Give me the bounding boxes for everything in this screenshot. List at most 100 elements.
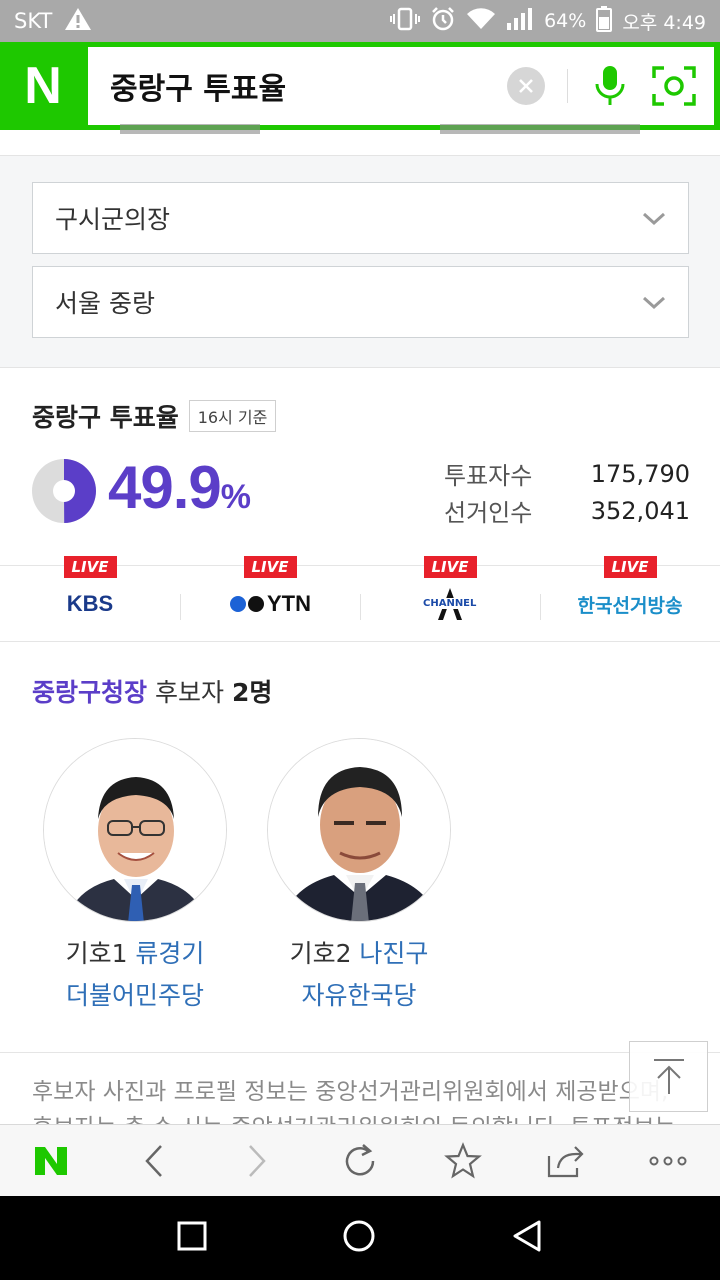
candidates-count: 2명 — [231, 678, 273, 707]
search-header: N 중랑구 투표율 — [0, 42, 720, 130]
turnout-stats: 투표자수 175,790 선거인수 352,041 — [444, 455, 690, 529]
race-name: 중랑구청장 — [32, 678, 148, 707]
system-navigation-bar — [0, 1196, 720, 1280]
lens-search-button[interactable] — [650, 62, 698, 110]
status-bar: SKT 64% 오후 4:49 — [0, 0, 720, 42]
ytn-dots-icon — [230, 596, 264, 612]
live-ytn[interactable]: LIVE YTN — [180, 556, 360, 641]
share-button[interactable] — [536, 1131, 596, 1191]
more-menu-button[interactable] — [638, 1131, 698, 1191]
candidate-party[interactable]: 자유한국당 — [267, 976, 451, 1012]
live-channel-a[interactable]: LIVE CHANNEL — [360, 556, 540, 641]
electorate-value: 352,041 — [590, 496, 690, 525]
carrier-label: SKT — [14, 9, 53, 33]
election-type-value: 구시군의장 — [55, 205, 171, 234]
search-input[interactable]: 중랑구 투표율 — [110, 64, 507, 108]
live-badge: LIVE — [423, 556, 477, 578]
candidate-name-line: 기호1 류경기 — [43, 934, 227, 970]
voice-search-button[interactable] — [586, 62, 634, 110]
voters-row: 투표자수 175,790 — [444, 455, 690, 492]
turnout-title: 중랑구 투표율 — [32, 403, 179, 432]
candidate-party[interactable]: 더불어민주당 — [43, 976, 227, 1012]
live-broadcast-row: LIVE KBS LIVE YTN LIVE CHANNEL LIVE 한국선거… — [0, 556, 720, 642]
battery-level: 64% — [544, 10, 587, 32]
ytn-logo-text: YTN — [267, 591, 311, 616]
more-dots-icon — [649, 1156, 687, 1165]
candidate-name-line: 기호2 나진구 — [267, 934, 451, 970]
channel-a-text: CHANNEL — [422, 598, 478, 609]
refresh-button[interactable] — [330, 1131, 390, 1191]
share-icon — [547, 1145, 584, 1177]
turnout-donut-chart — [32, 459, 96, 523]
chevron-down-icon — [642, 204, 666, 233]
battery-icon — [596, 5, 613, 37]
candidate-card[interactable]: 기호1 류경기 더불어민주당 — [43, 738, 227, 1012]
chevron-right-icon — [249, 1144, 266, 1177]
candidates-header: 중랑구청장 후보자 2명 — [32, 673, 272, 709]
divider — [567, 69, 568, 103]
candidate-card[interactable]: 기호2 나진구 자유한국당 — [267, 738, 451, 1012]
camera-lens-icon — [652, 66, 696, 106]
live-badge: LIVE — [63, 556, 117, 578]
scroll-to-top-button[interactable] — [629, 1041, 708, 1112]
turnout-percent-unit: % — [220, 478, 252, 516]
live-badge: LIVE — [603, 556, 657, 578]
circle-icon — [343, 1220, 375, 1252]
star-icon — [443, 1141, 482, 1178]
election-channel-logo: 한국선거방송 — [577, 594, 683, 617]
triangle-back-icon — [513, 1220, 541, 1252]
turnout-percent-value: 49.9 — [108, 454, 222, 521]
electorate-row: 선거인수 352,041 — [444, 492, 690, 529]
naver-n-icon — [35, 1146, 68, 1175]
signal-icon — [506, 7, 534, 36]
alarm-icon — [430, 6, 456, 37]
live-badge: LIVE — [243, 556, 297, 578]
vibrate-icon — [390, 7, 421, 36]
chevron-down-icon — [642, 288, 666, 317]
refresh-icon — [345, 1143, 375, 1175]
voters-label: 투표자수 — [444, 462, 533, 490]
naver-logo[interactable]: N — [0, 42, 86, 130]
kbs-logo: KBS — [66, 591, 114, 616]
close-icon — [519, 79, 533, 93]
search-box[interactable]: 중랑구 투표율 — [88, 47, 714, 125]
filter-panel: 구시군의장 서울 중랑 — [0, 156, 720, 368]
clock-label: 오후 4:49 — [622, 11, 706, 34]
candidate-photo[interactable] — [43, 738, 227, 922]
person-portrait — [268, 739, 450, 921]
system-back-button[interactable] — [511, 1219, 543, 1257]
chevron-left-icon — [145, 1144, 163, 1177]
bookmark-button[interactable] — [433, 1131, 493, 1191]
clear-search-button[interactable] — [507, 67, 545, 105]
arrow-up-icon — [653, 1058, 684, 1094]
turnout-percent: 49.9% — [108, 453, 251, 522]
candidate-info-notice: 후보자 사진과 프로필 정보는 중앙선거관리위원회에서 제공받으며, 후보자는 … — [32, 1079, 676, 1124]
square-icon — [177, 1221, 207, 1251]
wifi-icon — [466, 7, 496, 36]
turnout-header: 중랑구 투표율 16시 기준 — [32, 398, 277, 434]
candidate-photo[interactable] — [267, 738, 451, 922]
naver-home-button[interactable] — [21, 1131, 81, 1191]
forward-button[interactable] — [227, 1131, 287, 1191]
live-kbs[interactable]: LIVE KBS — [0, 556, 180, 641]
candidate-number: 기호1 — [65, 939, 128, 968]
voters-value: 175,790 — [590, 459, 690, 488]
region-value: 서울 중랑 — [55, 289, 155, 318]
recents-button[interactable] — [177, 1221, 207, 1255]
live-election-channel[interactable]: LIVE 한국선거방송 — [540, 556, 720, 641]
electorate-label: 선거인수 — [444, 499, 533, 527]
person-portrait — [44, 739, 226, 921]
divider — [0, 1052, 720, 1053]
back-button[interactable] — [124, 1131, 184, 1191]
region-select[interactable]: 서울 중랑 — [32, 266, 689, 338]
candidate-name[interactable]: 나진구 — [359, 939, 428, 968]
microphone-icon — [595, 66, 625, 105]
as-of-badge: 16시 기준 — [188, 400, 277, 432]
candidate-name[interactable]: 류경기 — [135, 939, 204, 968]
candidate-number: 기호2 — [289, 939, 352, 968]
home-button[interactable] — [342, 1219, 376, 1257]
channel-a-logo: CHANNEL — [422, 588, 478, 620]
ytn-logo: YTN — [229, 588, 311, 620]
election-type-select[interactable]: 구시군의장 — [32, 182, 689, 254]
scrolled-header-remnant — [0, 124, 720, 156]
